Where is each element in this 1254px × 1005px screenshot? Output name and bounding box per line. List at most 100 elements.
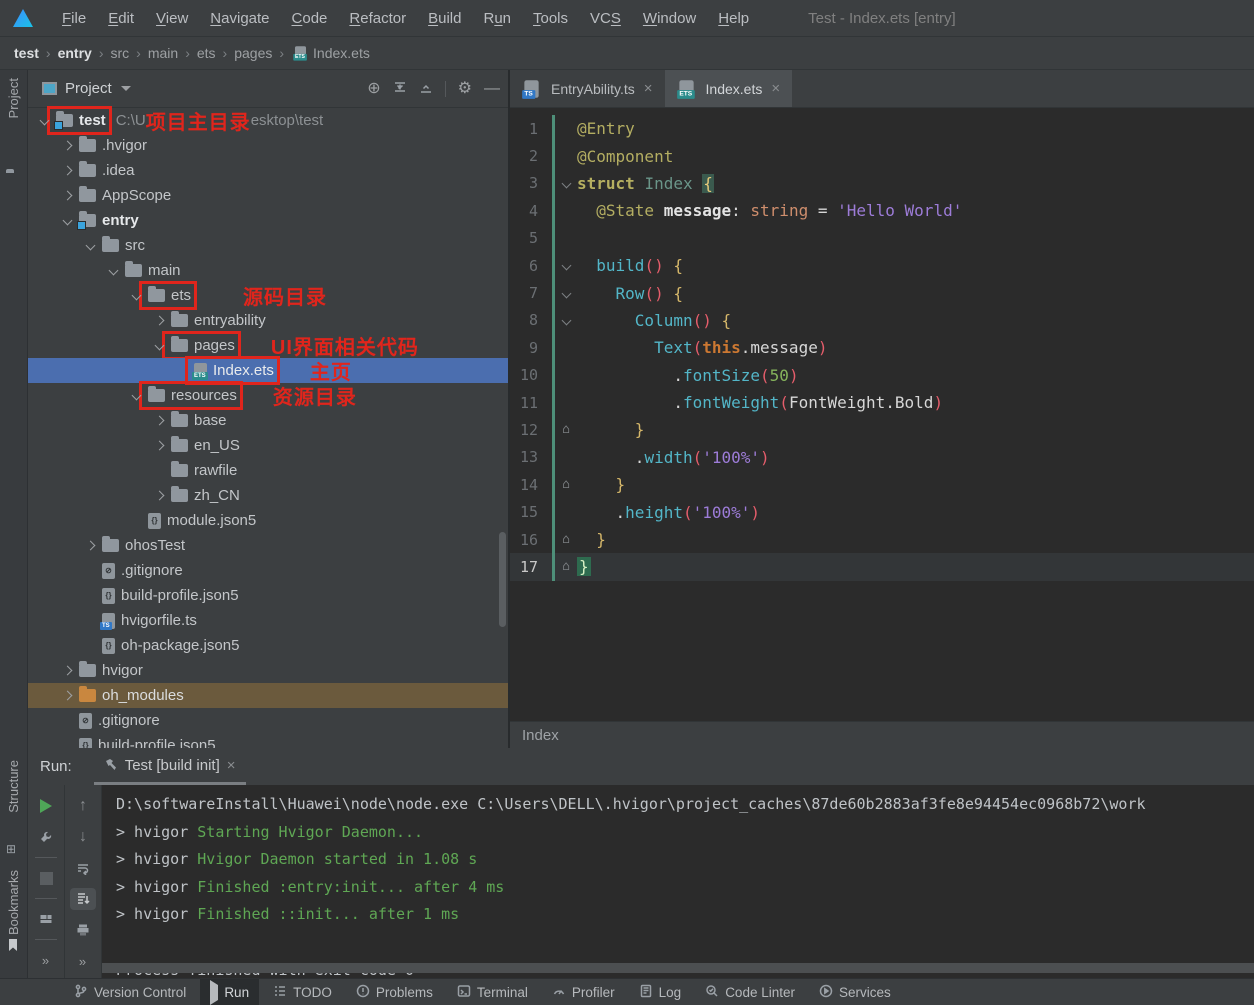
up-arrow-icon[interactable]: ↑ [70,795,96,817]
soft-wrap-button[interactable] [70,857,96,879]
stripe-structure-label[interactable]: Structure [6,760,21,813]
tree-row-ets[interactable]: ets源码目录 [28,283,508,308]
tree-row-ohostest[interactable]: ohosTest [28,533,508,558]
code-editor[interactable]: 1@Entry2@Component3struct Index {4 @Stat… [510,108,1254,581]
run-console[interactable]: D:\softwareInstall\Huawei\node\node.exe … [102,785,1254,978]
tree-row-main[interactable]: main [28,258,508,283]
line-number[interactable]: 10 [510,366,544,384]
menu-item-tools[interactable]: Tools [522,0,579,37]
chevron-down-icon[interactable] [121,86,131,91]
line-number[interactable]: 16 [510,531,544,549]
toolwindow-button-log[interactable]: Log [629,979,692,1005]
tree-row-hvigor[interactable]: hvigor [28,658,508,683]
bookmark-icon[interactable] [6,938,20,957]
toolwindow-button-services[interactable]: Services [809,979,901,1005]
chevron-right-icon[interactable] [59,137,76,154]
tree-row-hvigorfile-ts[interactable]: TShvigorfile.ts [28,608,508,633]
tree-row-build-profile-json5[interactable]: {}build-profile.json5 [28,583,508,608]
toolwindow-button-run[interactable]: Run [200,979,259,1005]
fold-end-icon[interactable]: ⌂ [555,478,577,491]
line-number[interactable]: 15 [510,503,544,521]
line-number[interactable]: 3 [510,174,544,192]
tree-row--idea[interactable]: .idea [28,158,508,183]
line-number[interactable]: 1 [510,120,544,138]
restore-layout-button[interactable] [33,908,59,930]
settings-gear-icon[interactable]: ⚙ [458,81,472,97]
console-scrollbar[interactable] [102,963,1254,973]
fold-end-icon[interactable]: ⌂ [555,560,577,573]
breadcrumb-item[interactable]: ets [197,45,216,61]
chevron-down-icon[interactable] [105,262,122,279]
toolwindow-button-terminal[interactable]: Terminal [447,979,538,1005]
chevron-down-icon[interactable] [128,387,145,404]
editor-area[interactable]: TSEntryAbility.ts×ETSIndex.ets× 1@Entry2… [510,70,1254,748]
line-number[interactable]: 7 [510,284,544,302]
collapse-all-icon[interactable] [419,80,433,98]
project-panel-title[interactable]: Project [65,80,112,97]
editor-tab-entryability-ts[interactable]: TSEntryAbility.ts× [510,70,665,107]
toolwindow-button-todo[interactable]: TODO [263,979,342,1005]
chevron-down-icon[interactable] [36,112,53,129]
line-number[interactable]: 17 [510,558,544,576]
line-number[interactable]: 2 [510,147,544,165]
tree-row-zh-cn[interactable]: zh_CN [28,483,508,508]
chevron-right-icon[interactable] [59,162,76,179]
chevron-down-icon[interactable] [151,337,168,354]
tree-row-module-json5[interactable]: {}module.json5 [28,508,508,533]
editor-tab-index-ets[interactable]: ETSIndex.ets× [665,70,793,107]
stop-button[interactable] [33,867,59,889]
chevron-right-icon[interactable] [151,437,168,454]
editor-breadcrumb-item[interactable]: Index [522,727,559,744]
toolwindow-button-problems[interactable]: Problems [346,979,443,1005]
chevron-right-icon[interactable] [82,537,99,554]
tree-scrollbar[interactable] [499,532,506,627]
fold-open-icon[interactable] [555,180,577,187]
locate-file-icon[interactable]: ⊕ [367,81,380,97]
breadcrumb-item[interactable]: entry [58,45,92,61]
chevron-right-icon[interactable] [59,687,76,704]
fold-end-icon[interactable]: ⌂ [555,423,577,436]
breadcrumb-item[interactable]: ETSIndex.ets [291,45,370,61]
run-tab[interactable]: Test [build init] × [94,748,246,785]
menu-item-edit[interactable]: Edit [97,0,145,37]
tree-row--gitignore[interactable]: ⊘.gitignore [28,708,508,733]
tree-row-resources[interactable]: resources资源目录 [28,383,508,408]
toolwindow-button-version-control[interactable]: Version Control [64,979,196,1005]
tree-row--hvigor[interactable]: .hvigor [28,133,508,158]
menu-item-navigate[interactable]: Navigate [199,0,280,37]
tree-row-en-us[interactable]: en_US [28,433,508,458]
menu-item-refactor[interactable]: Refactor [338,0,417,37]
menu-item-code[interactable]: Code [281,0,339,37]
breadcrumb-item[interactable]: src [110,45,129,61]
fold-open-icon[interactable] [555,262,577,269]
stripe-bookmarks-label[interactable]: Bookmarks [6,870,21,935]
tree-row-base[interactable]: base [28,408,508,433]
expand-all-icon[interactable] [393,80,407,98]
line-number[interactable]: 6 [510,257,544,275]
hide-panel-icon[interactable]: — [484,81,500,97]
chevron-down-icon[interactable] [128,287,145,304]
tree-row-oh-modules[interactable]: oh_modules [28,683,508,708]
line-number[interactable]: 14 [510,476,544,494]
chevron-down-icon[interactable] [59,212,76,229]
line-number[interactable]: 13 [510,448,544,466]
line-number[interactable]: 5 [510,229,544,247]
fold-open-icon[interactable] [555,317,577,324]
toolwindow-button-profiler[interactable]: Profiler [542,979,625,1005]
tree-row-rawfile[interactable]: rawfile [28,458,508,483]
line-number[interactable]: 8 [510,311,544,329]
tree-row-entry[interactable]: entry [28,208,508,233]
more-actions-button[interactable]: » [33,949,59,971]
tree-row-appscope[interactable]: AppScope [28,183,508,208]
toolwindow-button-code-linter[interactable]: Code Linter [695,979,805,1005]
fold-open-icon[interactable] [555,290,577,297]
chevron-right-icon[interactable] [59,662,76,679]
tree-row-entryability[interactable]: entryability [28,308,508,333]
fold-end-icon[interactable]: ⌂ [555,533,577,546]
breadcrumb-item[interactable]: main [148,45,178,61]
menu-item-run[interactable]: Run [472,0,522,37]
edit-configuration-button[interactable] [33,826,59,848]
rerun-button[interactable] [33,795,59,817]
line-number[interactable]: 11 [510,394,544,412]
tree-row-test[interactable]: testC:\U项目主目录esktop\test [28,108,508,133]
